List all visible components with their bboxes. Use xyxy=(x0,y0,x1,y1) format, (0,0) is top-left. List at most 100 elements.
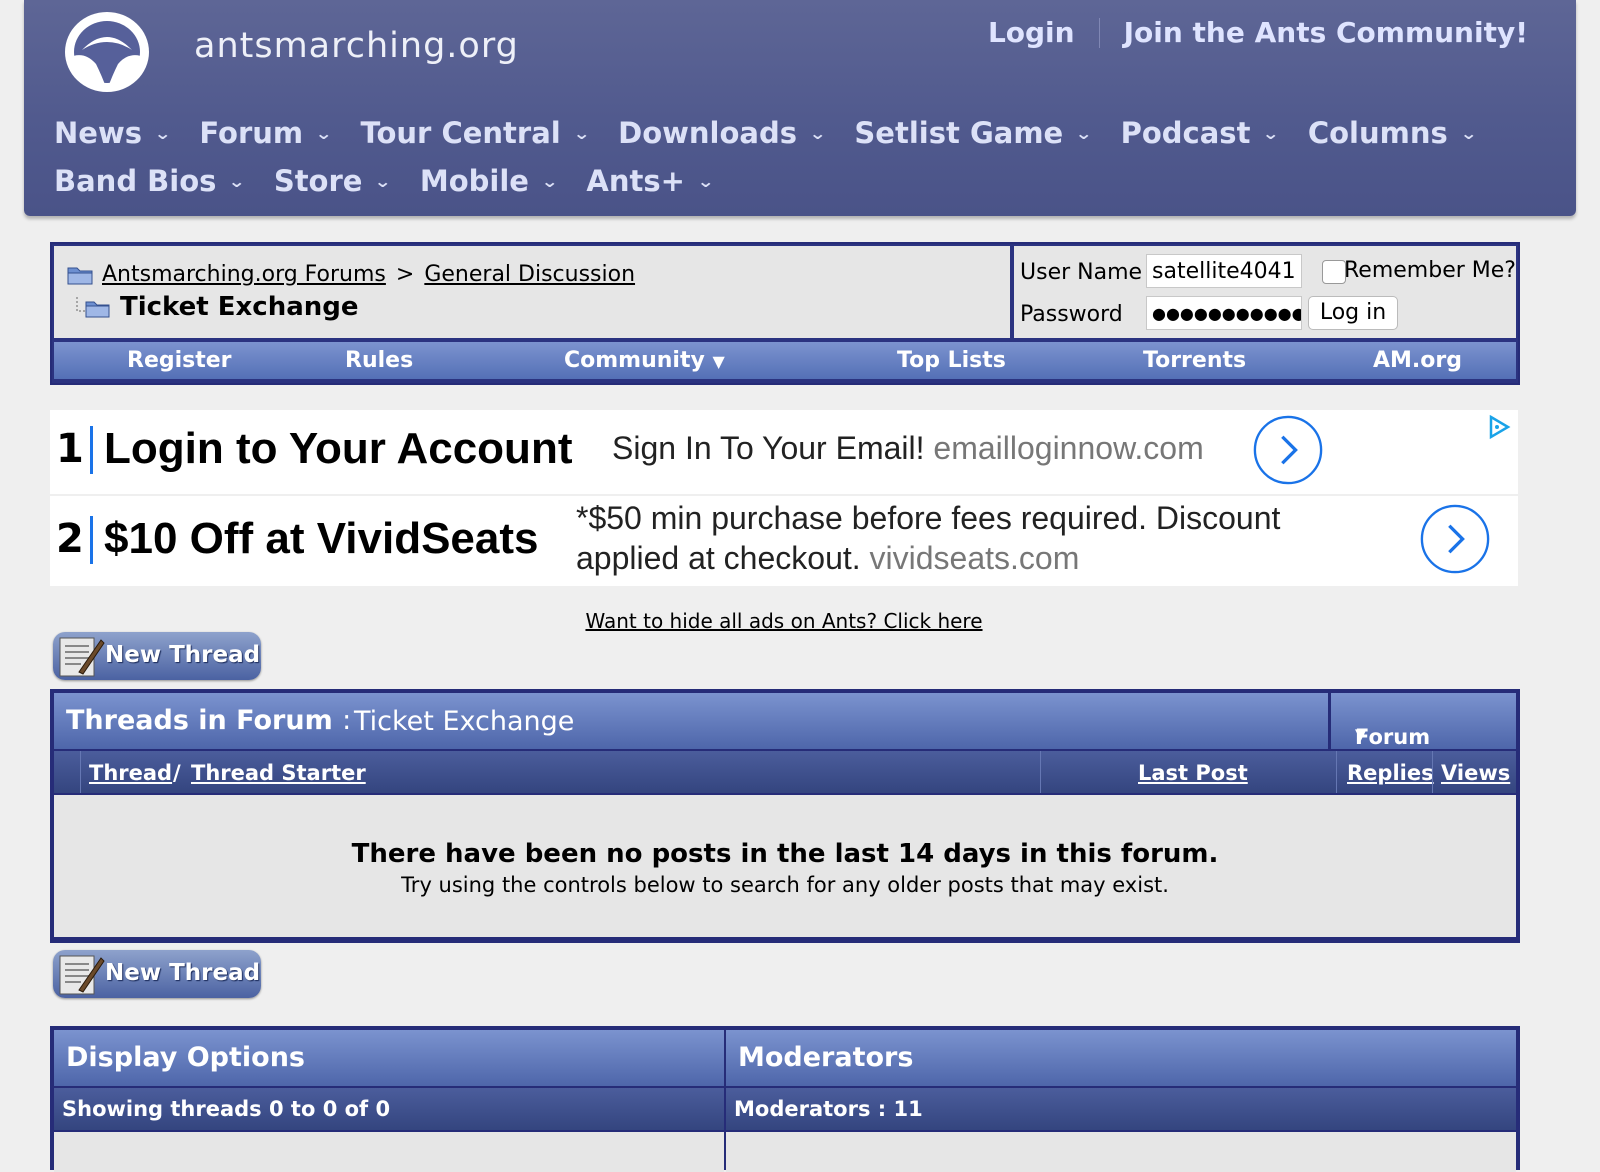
page-title: Ticket Exchange xyxy=(120,292,359,322)
nav-setlist-game[interactable]: Setlist Game ⌄ xyxy=(854,116,1092,150)
login-form: User Name satellite4041 Remember Me? Pas… xyxy=(1014,246,1516,338)
forum-navbar: Antsmarching.org Forums > General Discus… xyxy=(50,242,1520,385)
chevron-down-icon: ⌄ xyxy=(315,123,333,143)
breadcrumb: Antsmarching.org Forums > General Discus… xyxy=(54,246,1010,338)
nav-ants-plus[interactable]: Ants+ ⌄ xyxy=(586,164,715,198)
antsmarching-logo-icon[interactable] xyxy=(62,6,152,94)
nav-label: Mobile xyxy=(419,164,529,198)
nav-store[interactable]: Store ⌄ xyxy=(274,164,392,198)
subnav-register[interactable]: Register xyxy=(127,348,232,373)
nav-podcast[interactable]: Podcast ⌄ xyxy=(1120,116,1280,150)
thread-column: Thread / Thread Starter xyxy=(80,751,1041,793)
subfolder-icon xyxy=(76,297,110,318)
display-options-body xyxy=(54,1132,724,1172)
replies-column: Replies xyxy=(1336,751,1434,793)
new-thread-button[interactable]: New Thread xyxy=(53,632,261,680)
threads-title: Threads in Forum : xyxy=(66,705,351,736)
login-link[interactable]: Login xyxy=(988,16,1075,49)
sort-thread-link[interactable]: Thread xyxy=(89,761,172,785)
breadcrumb-root-link[interactable]: Antsmarching.org Forums xyxy=(102,262,386,287)
login-button[interactable]: Log in xyxy=(1308,296,1398,330)
ad-title[interactable]: Login to Your Account xyxy=(104,424,572,474)
new-thread-label: New Thread xyxy=(105,642,261,668)
moderators-count: Moderators : 11 xyxy=(734,1097,923,1121)
new-thread-icon xyxy=(59,955,105,995)
nav-label: Columns xyxy=(1307,116,1448,150)
ad-description: *$50 min purchase before fees required. … xyxy=(576,500,1281,536)
nav-news[interactable]: News ⌄ xyxy=(54,116,172,150)
chevron-down-icon: ⌄ xyxy=(540,171,559,191)
ad-description: applied at checkout. vividseats.com xyxy=(576,540,1079,577)
nav-label: News xyxy=(54,116,142,150)
chevron-down-icon: ⌄ xyxy=(374,171,392,191)
moderators-title: Moderators xyxy=(738,1042,914,1073)
remember-me-checkbox[interactable] xyxy=(1322,260,1346,284)
nav-label: Forum xyxy=(199,116,304,150)
forum-tools-menu[interactable]: Forum Tools ▼ xyxy=(1331,693,1516,773)
nav-tour-central[interactable]: Tour Central ⌄ xyxy=(360,116,591,150)
hide-ads-link[interactable]: Want to hide all ads on Ants? Click here xyxy=(585,609,982,633)
ad-domain[interactable]: vividseats.com xyxy=(870,540,1080,576)
main-nav: News ⌄ Forum ⌄ Tour Central ⌄ Downloads ⌄ Se… xyxy=(54,116,1554,198)
display-options-subheader: Showing threads 0 to 0 of 0 xyxy=(54,1088,724,1130)
new-thread-button[interactable]: New Thread xyxy=(53,950,261,998)
password-input[interactable]: ●●●●●●●●●●●●● xyxy=(1146,296,1302,330)
subnav-top-lists[interactable]: Top Lists xyxy=(897,348,1006,373)
nav-label: Downloads xyxy=(618,116,798,150)
threads-title-colon: : xyxy=(342,705,352,736)
nav-mobile[interactable]: Mobile ⌄ xyxy=(419,164,559,198)
threads-column-headers: Thread / Thread Starter Last Post Replie… xyxy=(54,751,1516,793)
nav-label: Tour Central xyxy=(360,116,561,150)
chevron-down-icon: ⌄ xyxy=(1262,123,1280,143)
new-thread-icon xyxy=(59,637,105,677)
ad-number: 2 xyxy=(56,516,84,562)
ad-domain[interactable]: emailloginnow.com xyxy=(933,430,1203,466)
adchoices-icon[interactable] xyxy=(1486,414,1512,440)
remember-me-label: Remember Me? xyxy=(1344,258,1516,283)
top-links: Login Join the Ants Community! xyxy=(988,16,1528,49)
breadcrumb-parent-link[interactable]: General Discussion xyxy=(424,262,635,287)
sort-thread-starter-link[interactable]: Thread Starter xyxy=(191,761,366,785)
nav-label: Setlist Game xyxy=(854,116,1064,150)
threads-empty-state: There have been no posts in the last 14 … xyxy=(54,795,1516,937)
status-column xyxy=(54,751,80,793)
empty-hint: Try using the controls below to search f… xyxy=(401,873,1169,897)
subnav-amorg[interactable]: AM.org xyxy=(1373,348,1462,373)
ad-row[interactable]: 2 $10 Off at VividSeats *$50 min purchas… xyxy=(50,496,1518,586)
chevron-down-icon: ⌄ xyxy=(696,171,715,191)
ad-divider xyxy=(90,516,93,564)
forum-subnav: Register Rules Community ▼ Top Lists Tor… xyxy=(54,342,1516,379)
join-community-link[interactable]: Join the Ants Community! xyxy=(1124,16,1528,49)
subnav-community[interactable]: Community ▼ xyxy=(564,348,725,373)
username-label: User Name xyxy=(1020,260,1143,285)
nav-forum[interactable]: Forum ⌄ xyxy=(199,116,333,150)
nav-label: Band Bios xyxy=(54,164,217,198)
moderators-body xyxy=(726,1132,1516,1172)
site-name[interactable]: antsmarching.org xyxy=(194,26,519,66)
nav-label: Podcast xyxy=(1120,116,1251,150)
sort-views-link[interactable]: Views xyxy=(1441,761,1510,785)
ad-desc-text: applied at checkout. xyxy=(576,540,861,576)
display-options-header: Display Options xyxy=(54,1030,724,1086)
nav-columns[interactable]: Columns ⌄ xyxy=(1307,116,1477,150)
ad-title[interactable]: $10 Off at VividSeats xyxy=(104,514,539,564)
forum-info-tables: Display Options Moderators Showing threa… xyxy=(50,1026,1520,1172)
hide-ads-notice: Want to hide all ads on Ants? Click here xyxy=(0,609,1568,633)
nav-downloads[interactable]: Downloads ⌄ xyxy=(618,116,826,150)
chevron-down-icon: ⌄ xyxy=(153,123,172,143)
divider xyxy=(1098,17,1100,48)
subnav-rules[interactable]: Rules xyxy=(345,348,413,373)
new-thread-label: New Thread xyxy=(105,960,261,986)
username-input[interactable]: satellite4041 xyxy=(1146,254,1302,288)
sort-replies-link[interactable]: Replies xyxy=(1347,761,1434,785)
chevron-right-icon[interactable] xyxy=(1420,504,1490,574)
ad-row[interactable]: 1 Login to Your Account Sign In To Your … xyxy=(50,410,1518,494)
last-post-column: Last Post xyxy=(1040,751,1337,793)
nav-band-bios[interactable]: Band Bios ⌄ xyxy=(54,164,246,198)
site-header: antsmarching.org Login Join the Ants Com… xyxy=(24,0,1576,216)
sort-last-post-link[interactable]: Last Post xyxy=(1138,761,1248,785)
subnav-torrents[interactable]: Torrents xyxy=(1143,348,1246,373)
column-separator: / xyxy=(173,761,181,785)
chevron-right-icon[interactable] xyxy=(1253,415,1323,485)
display-options-title: Display Options xyxy=(66,1042,305,1073)
